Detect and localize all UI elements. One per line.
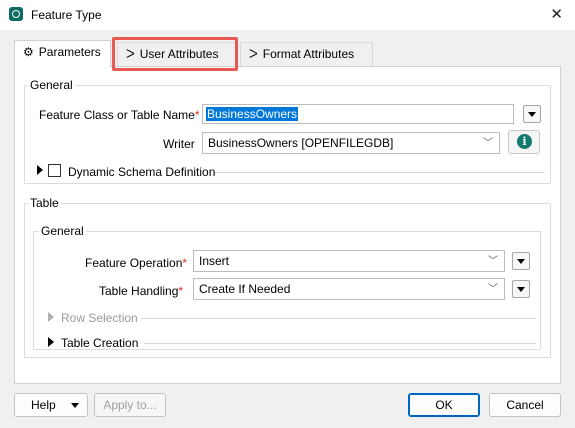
ok-button[interactable]: OK	[408, 393, 480, 417]
dynamic-schema-label: Dynamic Schema Definition	[68, 165, 216, 179]
writer-value: BusinessOwners [OPENFILEGDB]	[208, 136, 394, 150]
tab-format-attributes[interactable]: ᐳ Format Attributes	[240, 42, 373, 66]
tab-parameters[interactable]: ⚙ Parameters	[14, 40, 111, 67]
feature-operation-label: Feature Operation*	[85, 256, 188, 270]
chevron-down-icon: ﹀	[488, 284, 498, 295]
tab-format-attributes-label: Format Attributes	[262, 47, 355, 61]
table-handling-label: Table Handling*	[99, 284, 184, 298]
feature-class-menu-button[interactable]	[523, 105, 541, 123]
feature-class-input[interactable]: BusinessOwners	[202, 104, 514, 124]
table-legend: Table	[28, 196, 61, 210]
table-handling-menu-button[interactable]	[512, 280, 530, 298]
window-title: Feature Type	[31, 8, 102, 22]
close-icon[interactable]: ✕	[550, 5, 563, 23]
apply-to-button[interactable]: Apply to...	[94, 393, 166, 417]
chevron-down-icon	[71, 403, 79, 408]
tab-highlight-box	[112, 37, 238, 71]
feature-operation-value: Insert	[199, 254, 230, 268]
table-creation-label: Table Creation	[61, 336, 139, 350]
title-bar: Feature Type ✕	[0, 0, 575, 30]
feature-class-label: Feature Class or Table Name*	[39, 108, 200, 122]
feature-class-value: BusinessOwners	[206, 107, 299, 121]
dynamic-schema-divider	[215, 172, 545, 173]
table-general-legend: General	[39, 224, 86, 238]
cancel-button[interactable]: Cancel	[489, 393, 561, 417]
attribute-icon: ᐳ	[249, 47, 258, 61]
help-button-label: Help	[31, 398, 56, 412]
writer-info-button[interactable]: i	[508, 130, 540, 154]
help-button[interactable]: Help	[14, 393, 88, 417]
table-handling-select[interactable]: Create If Needed ﹀	[193, 278, 505, 300]
row-selection-divider	[141, 318, 536, 319]
writer-label: Writer	[163, 137, 195, 151]
feature-operation-menu-button[interactable]	[512, 252, 530, 270]
table-creation-divider	[144, 343, 536, 344]
dynamic-schema-checkbox[interactable]	[48, 164, 61, 177]
writer-select[interactable]: BusinessOwners [OPENFILEGDB] ﹀	[202, 132, 500, 154]
fme-icon	[9, 7, 23, 21]
table-handling-value: Create If Needed	[199, 282, 291, 296]
chevron-down-icon: ﹀	[483, 138, 493, 149]
general-legend: General	[28, 78, 75, 92]
table-creation-expander[interactable]	[48, 337, 54, 347]
row-selection-label: Row Selection	[61, 311, 138, 325]
dynamic-schema-expander[interactable]	[37, 165, 43, 175]
info-icon: i	[517, 134, 532, 149]
feature-operation-select[interactable]: Insert ﹀	[193, 250, 505, 272]
chevron-down-icon: ﹀	[488, 256, 498, 267]
row-selection-expander[interactable]	[48, 312, 54, 322]
gear-icon: ⚙	[23, 45, 34, 59]
tab-parameters-label: Parameters	[38, 45, 101, 59]
parameters-panel: General Feature Class or Table Name* Bus…	[14, 66, 561, 384]
